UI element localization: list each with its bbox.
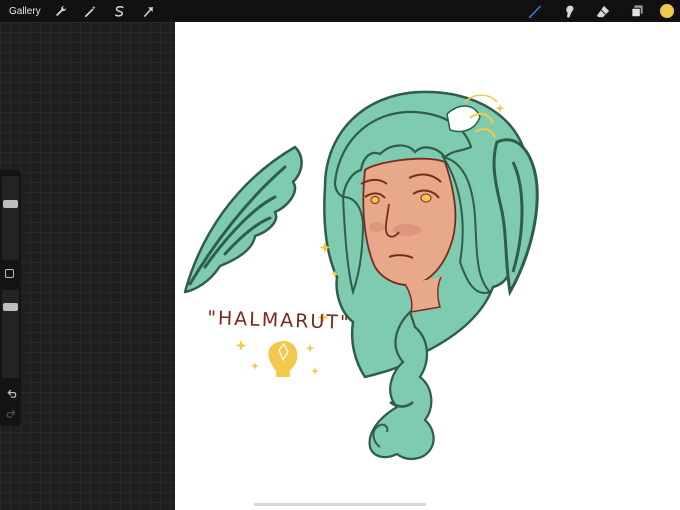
- artwork: "HALMARUT": [183, 90, 539, 460]
- lightbulb-drawing: [268, 340, 298, 377]
- redo-icon: [6, 409, 16, 418]
- sidebar: [0, 170, 21, 426]
- modify-button[interactable]: [5, 269, 14, 278]
- layers-button[interactable]: [626, 0, 648, 22]
- color-picker-button[interactable]: [660, 4, 674, 18]
- eraser-icon: [596, 5, 610, 17]
- opacity-slider[interactable]: [2, 290, 19, 378]
- magic-wand-icon: [85, 5, 96, 17]
- top-toolbar: Gallery: [0, 0, 680, 22]
- workspace-background: [0, 22, 175, 510]
- left-eye: [370, 196, 380, 204]
- drawing-canvas[interactable]: "HALMARUT": [175, 22, 680, 510]
- wrench-icon: [56, 5, 67, 16]
- selection-button[interactable]: [109, 0, 131, 22]
- brush-size-handle[interactable]: [3, 199, 18, 208]
- brush-icon: [528, 5, 541, 18]
- brush-size-slider[interactable]: [2, 176, 19, 260]
- home-indicator[interactable]: [254, 503, 426, 506]
- opacity-handle[interactable]: [3, 303, 18, 312]
- blush-left: [369, 222, 385, 232]
- adjustments-button[interactable]: [80, 0, 102, 22]
- tool-group: [518, 0, 680, 22]
- redo-button[interactable]: [3, 406, 19, 420]
- gallery-button[interactable]: Gallery: [9, 6, 41, 17]
- undo-button[interactable]: [3, 386, 19, 400]
- layers-icon: [630, 4, 643, 17]
- halmarut-lettering: "HALMARUT": [207, 307, 351, 334]
- selection-icon: [115, 5, 124, 17]
- eraser-button[interactable]: [592, 0, 614, 22]
- right-eye: [420, 193, 432, 203]
- transform-button[interactable]: [138, 0, 160, 22]
- brush-button[interactable]: [524, 0, 546, 22]
- smudge-icon: [565, 5, 573, 18]
- smudge-button[interactable]: [558, 0, 580, 22]
- transform-arrow-icon: [144, 6, 154, 17]
- actions-button[interactable]: [51, 0, 73, 22]
- undo-icon: [6, 389, 16, 398]
